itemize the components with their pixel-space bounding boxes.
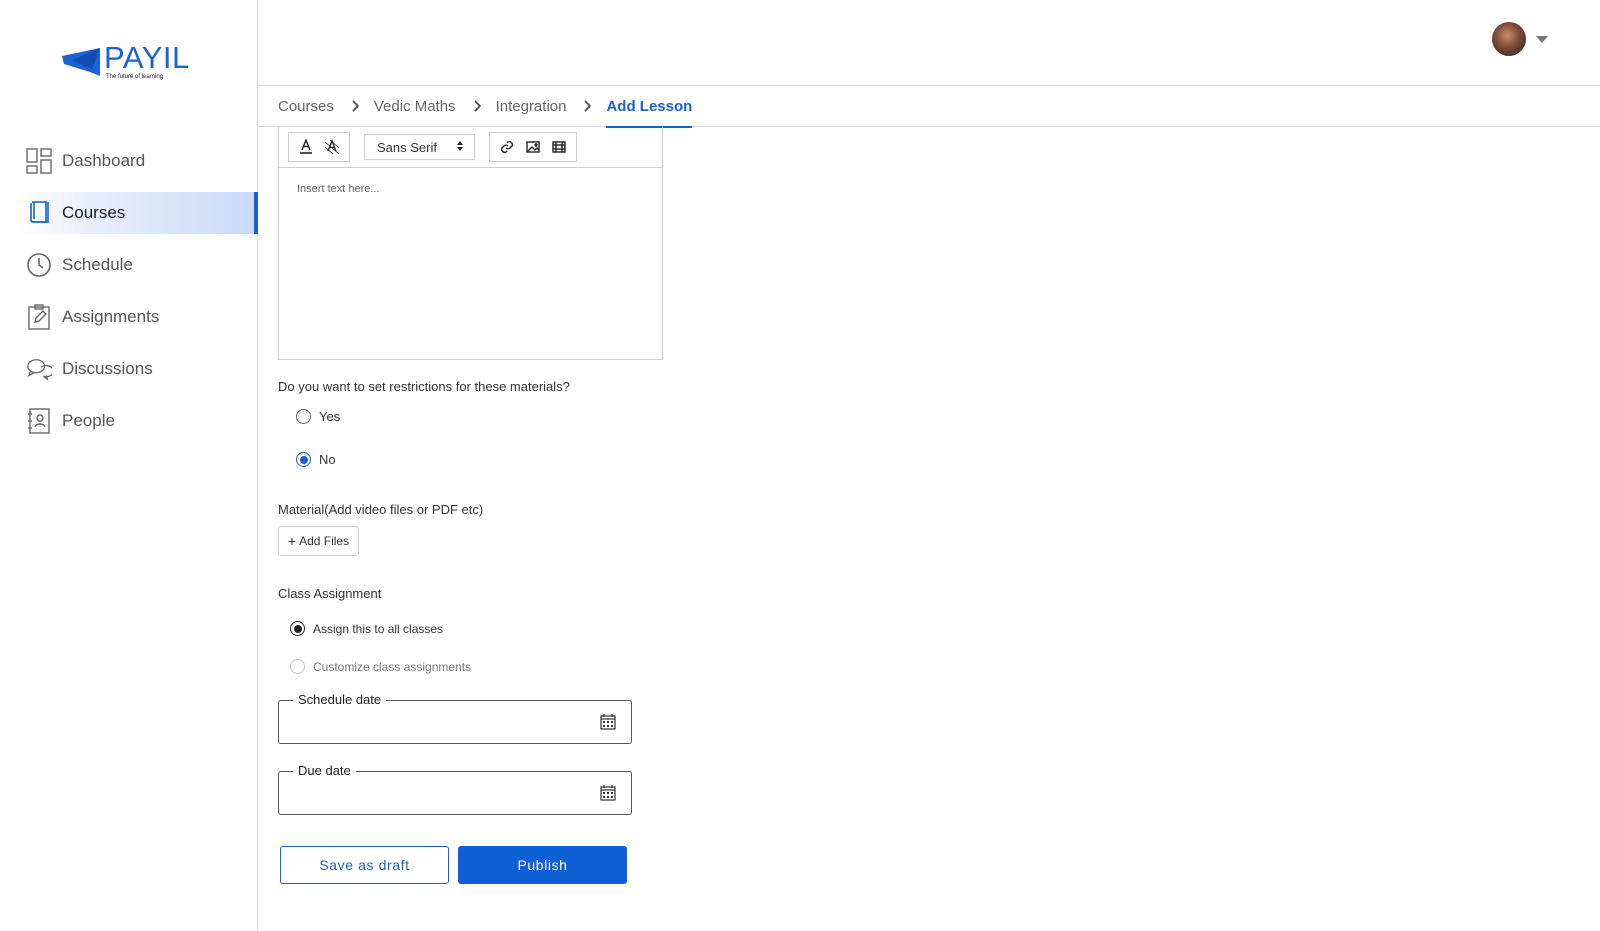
calendar-icon[interactable]	[600, 785, 616, 806]
sidebar-item-schedule[interactable]: Schedule	[0, 244, 258, 286]
account-menu-caret-icon[interactable]	[1536, 36, 1548, 43]
editor-text-area[interactable]: Insert text here...	[279, 168, 662, 359]
schedule-date-label: Schedule date	[293, 692, 387, 707]
radio-label: Customize class assignments	[313, 659, 472, 674]
avatar[interactable]	[1492, 22, 1526, 56]
top-header	[258, 0, 1600, 86]
chevron-right-icon	[352, 100, 360, 112]
radio-circle-selected	[296, 452, 311, 467]
chevron-right-icon	[474, 100, 482, 112]
sidebar-nav: Dashboard Courses Schedule Assignments D…	[0, 140, 258, 452]
sidebar-item-label: Assignments	[62, 307, 160, 326]
clipboard-icon	[26, 304, 52, 330]
payil-logo[interactable]: PAYIL The future of learning	[60, 38, 210, 88]
publish-button[interactable]: Publish	[458, 846, 627, 884]
font-family-select[interactable]: Sans Serif	[364, 134, 475, 160]
image-icon[interactable]	[520, 134, 546, 160]
radio-circle-selected	[290, 621, 305, 636]
schedule-date-field[interactable]: Schedule date	[278, 692, 632, 744]
breadcrumb-courses[interactable]: Courses	[278, 98, 334, 115]
restrictions-question: Do you want to set restrictions for thes…	[278, 379, 570, 394]
chat-icon	[26, 356, 52, 382]
breadcrumb-vedic-maths[interactable]: Vedic Maths	[374, 98, 456, 115]
text-color-group	[288, 132, 350, 162]
sidebar-item-label: People	[62, 411, 115, 430]
select-arrows-icon	[456, 140, 464, 155]
restriction-no-radio[interactable]: No	[296, 452, 336, 467]
insert-group	[489, 132, 577, 162]
save-as-draft-button[interactable]: Save as draft	[280, 846, 449, 884]
customize-class-assignments-radio[interactable]: Customize class assignments	[290, 659, 471, 674]
due-date-field[interactable]: Due date	[278, 763, 632, 815]
sidebar: PAYIL The future of learning Dashboard C…	[0, 0, 258, 931]
class-assignment-label: Class Assignment	[278, 586, 382, 601]
sidebar-item-assignments[interactable]: Assignments	[0, 296, 258, 338]
editor-toolbar: Sans Serif	[279, 127, 662, 168]
logo-mark-icon	[62, 48, 100, 76]
background-color-icon[interactable]	[319, 134, 345, 160]
sidebar-item-discussions[interactable]: Discussions	[0, 348, 258, 390]
sidebar-item-label: Schedule	[62, 255, 133, 274]
sidebar-item-dashboard[interactable]: Dashboard	[0, 140, 258, 182]
link-icon[interactable]	[494, 134, 520, 160]
add-files-button[interactable]: + Add Files	[278, 526, 359, 556]
plus-icon: +	[287, 533, 297, 549]
sidebar-item-courses[interactable]: Courses	[18, 192, 258, 234]
assign-all-classes-radio[interactable]: Assign this to all classes	[290, 621, 443, 636]
sidebar-item-people[interactable]: People	[0, 400, 258, 442]
logo-wordmark: PAYIL	[104, 40, 190, 75]
lesson-text-editor: Sans Serif Insert text here...	[278, 127, 663, 360]
font-family-value: Sans Serif	[377, 139, 437, 155]
radio-label: Assign this to all classes	[313, 621, 444, 636]
radio-label: Yes	[319, 409, 341, 424]
radio-circle	[290, 659, 305, 674]
breadcrumb-add-lesson: Add Lesson	[606, 86, 692, 128]
restriction-yes-radio[interactable]: Yes	[296, 409, 340, 424]
chevron-right-icon	[584, 100, 592, 112]
sidebar-item-label: Discussions	[62, 359, 153, 378]
video-icon[interactable]	[546, 134, 572, 160]
due-date-label: Due date	[293, 763, 356, 778]
sidebar-item-label: Dashboard	[62, 151, 146, 170]
font-color-icon[interactable]	[293, 134, 319, 160]
clock-icon	[26, 252, 52, 278]
sidebar-item-label: Courses	[62, 203, 126, 222]
breadcrumb: Courses Vedic Maths Integration Add Less…	[258, 86, 1600, 128]
add-files-label: Add Files	[299, 534, 350, 548]
material-label: Material(Add video files or PDF etc)	[278, 502, 484, 517]
radio-label: No	[319, 452, 336, 467]
book-icon	[26, 200, 52, 226]
calendar-icon[interactable]	[600, 714, 616, 735]
breadcrumb-integration[interactable]: Integration	[496, 98, 567, 115]
contact-book-icon	[26, 408, 52, 434]
logo-tagline: The future of learning	[106, 74, 164, 80]
radio-circle	[296, 409, 311, 424]
dashboard-icon	[26, 148, 52, 174]
